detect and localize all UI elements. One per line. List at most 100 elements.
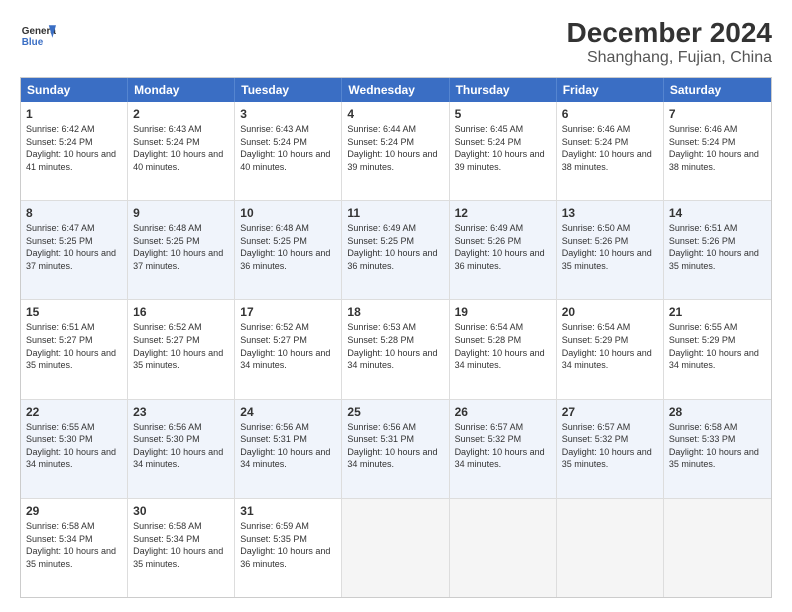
day-number: 23 [133,404,229,420]
calendar-cell: 26Sunrise: 6:57 AMSunset: 5:32 PMDayligh… [450,400,557,498]
day-number: 2 [133,106,229,122]
calendar-cell: 4Sunrise: 6:44 AMSunset: 5:24 PMDaylight… [342,102,449,200]
calendar-cell [342,499,449,597]
sun-info: Sunrise: 6:42 AMSunset: 5:24 PMDaylight:… [26,123,122,173]
title-block: December 2024 Shanghang, Fujian, China [567,18,772,67]
page-subtitle: Shanghang, Fujian, China [567,49,772,67]
sun-info: Sunrise: 6:55 AMSunset: 5:30 PMDaylight:… [26,421,122,471]
day-number: 26 [455,404,551,420]
calendar-day-header: Thursday [450,78,557,102]
calendar-cell: 24Sunrise: 6:56 AMSunset: 5:31 PMDayligh… [235,400,342,498]
day-number: 4 [347,106,443,122]
calendar-cell: 3Sunrise: 6:43 AMSunset: 5:24 PMDaylight… [235,102,342,200]
sun-info: Sunrise: 6:54 AMSunset: 5:29 PMDaylight:… [562,321,658,371]
calendar-cell: 18Sunrise: 6:53 AMSunset: 5:28 PMDayligh… [342,300,449,398]
calendar-cell [664,499,771,597]
calendar-cell: 31Sunrise: 6:59 AMSunset: 5:35 PMDayligh… [235,499,342,597]
calendar-cell: 14Sunrise: 6:51 AMSunset: 5:26 PMDayligh… [664,201,771,299]
sun-info: Sunrise: 6:56 AMSunset: 5:31 PMDaylight:… [240,421,336,471]
calendar-day-header: Friday [557,78,664,102]
sun-info: Sunrise: 6:52 AMSunset: 5:27 PMDaylight:… [133,321,229,371]
sun-info: Sunrise: 6:57 AMSunset: 5:32 PMDaylight:… [562,421,658,471]
sun-info: Sunrise: 6:51 AMSunset: 5:27 PMDaylight:… [26,321,122,371]
sun-info: Sunrise: 6:46 AMSunset: 5:24 PMDaylight:… [562,123,658,173]
calendar-cell: 29Sunrise: 6:58 AMSunset: 5:34 PMDayligh… [21,499,128,597]
calendar-week-row: 22Sunrise: 6:55 AMSunset: 5:30 PMDayligh… [21,399,771,498]
calendar-cell: 25Sunrise: 6:56 AMSunset: 5:31 PMDayligh… [342,400,449,498]
calendar-body: 1Sunrise: 6:42 AMSunset: 5:24 PMDaylight… [21,102,771,597]
sun-info: Sunrise: 6:54 AMSunset: 5:28 PMDaylight:… [455,321,551,371]
calendar-cell: 1Sunrise: 6:42 AMSunset: 5:24 PMDaylight… [21,102,128,200]
calendar-cell: 8Sunrise: 6:47 AMSunset: 5:25 PMDaylight… [21,201,128,299]
day-number: 6 [562,106,658,122]
sun-info: Sunrise: 6:55 AMSunset: 5:29 PMDaylight:… [669,321,766,371]
sun-info: Sunrise: 6:47 AMSunset: 5:25 PMDaylight:… [26,222,122,272]
sun-info: Sunrise: 6:44 AMSunset: 5:24 PMDaylight:… [347,123,443,173]
calendar-cell: 6Sunrise: 6:46 AMSunset: 5:24 PMDaylight… [557,102,664,200]
calendar-cell: 28Sunrise: 6:58 AMSunset: 5:33 PMDayligh… [664,400,771,498]
calendar-day-header: Tuesday [235,78,342,102]
day-number: 12 [455,205,551,221]
day-number: 24 [240,404,336,420]
calendar-cell: 11Sunrise: 6:49 AMSunset: 5:25 PMDayligh… [342,201,449,299]
day-number: 15 [26,304,122,320]
sun-info: Sunrise: 6:49 AMSunset: 5:25 PMDaylight:… [347,222,443,272]
sun-info: Sunrise: 6:57 AMSunset: 5:32 PMDaylight:… [455,421,551,471]
sun-info: Sunrise: 6:56 AMSunset: 5:30 PMDaylight:… [133,421,229,471]
calendar-cell: 21Sunrise: 6:55 AMSunset: 5:29 PMDayligh… [664,300,771,398]
calendar-week-row: 8Sunrise: 6:47 AMSunset: 5:25 PMDaylight… [21,200,771,299]
calendar: SundayMondayTuesdayWednesdayThursdayFrid… [20,77,772,598]
sun-info: Sunrise: 6:46 AMSunset: 5:24 PMDaylight:… [669,123,766,173]
calendar-cell: 23Sunrise: 6:56 AMSunset: 5:30 PMDayligh… [128,400,235,498]
calendar-cell [450,499,557,597]
day-number: 30 [133,503,229,519]
day-number: 22 [26,404,122,420]
sun-info: Sunrise: 6:45 AMSunset: 5:24 PMDaylight:… [455,123,551,173]
calendar-cell: 13Sunrise: 6:50 AMSunset: 5:26 PMDayligh… [557,201,664,299]
calendar-cell: 9Sunrise: 6:48 AMSunset: 5:25 PMDaylight… [128,201,235,299]
calendar-cell: 30Sunrise: 6:58 AMSunset: 5:34 PMDayligh… [128,499,235,597]
day-number: 1 [26,106,122,122]
calendar-cell: 17Sunrise: 6:52 AMSunset: 5:27 PMDayligh… [235,300,342,398]
day-number: 28 [669,404,766,420]
calendar-cell: 12Sunrise: 6:49 AMSunset: 5:26 PMDayligh… [450,201,557,299]
calendar-cell: 2Sunrise: 6:43 AMSunset: 5:24 PMDaylight… [128,102,235,200]
sun-info: Sunrise: 6:58 AMSunset: 5:34 PMDaylight:… [26,520,122,570]
page: General Blue December 2024 Shanghang, Fu… [0,0,792,612]
calendar-week-row: 29Sunrise: 6:58 AMSunset: 5:34 PMDayligh… [21,498,771,597]
sun-info: Sunrise: 6:43 AMSunset: 5:24 PMDaylight:… [240,123,336,173]
day-number: 25 [347,404,443,420]
svg-text:Blue: Blue [22,37,44,48]
day-number: 27 [562,404,658,420]
day-number: 11 [347,205,443,221]
day-number: 5 [455,106,551,122]
sun-info: Sunrise: 6:52 AMSunset: 5:27 PMDaylight:… [240,321,336,371]
day-number: 3 [240,106,336,122]
sun-info: Sunrise: 6:49 AMSunset: 5:26 PMDaylight:… [455,222,551,272]
sun-info: Sunrise: 6:51 AMSunset: 5:26 PMDaylight:… [669,222,766,272]
calendar-cell: 15Sunrise: 6:51 AMSunset: 5:27 PMDayligh… [21,300,128,398]
day-number: 14 [669,205,766,221]
sun-info: Sunrise: 6:58 AMSunset: 5:33 PMDaylight:… [669,421,766,471]
sun-info: Sunrise: 6:59 AMSunset: 5:35 PMDaylight:… [240,520,336,570]
day-number: 13 [562,205,658,221]
page-title: December 2024 [567,18,772,49]
logo: General Blue [20,18,56,54]
day-number: 7 [669,106,766,122]
calendar-week-row: 1Sunrise: 6:42 AMSunset: 5:24 PMDaylight… [21,102,771,200]
day-number: 29 [26,503,122,519]
sun-info: Sunrise: 6:48 AMSunset: 5:25 PMDaylight:… [240,222,336,272]
calendar-day-header: Saturday [664,78,771,102]
calendar-cell [557,499,664,597]
calendar-cell: 16Sunrise: 6:52 AMSunset: 5:27 PMDayligh… [128,300,235,398]
calendar-cell: 19Sunrise: 6:54 AMSunset: 5:28 PMDayligh… [450,300,557,398]
calendar-day-header: Wednesday [342,78,449,102]
sun-info: Sunrise: 6:50 AMSunset: 5:26 PMDaylight:… [562,222,658,272]
sun-info: Sunrise: 6:53 AMSunset: 5:28 PMDaylight:… [347,321,443,371]
general-blue-logo-icon: General Blue [20,18,56,54]
calendar-day-header: Sunday [21,78,128,102]
day-number: 17 [240,304,336,320]
calendar-cell: 5Sunrise: 6:45 AMSunset: 5:24 PMDaylight… [450,102,557,200]
day-number: 16 [133,304,229,320]
sun-info: Sunrise: 6:58 AMSunset: 5:34 PMDaylight:… [133,520,229,570]
